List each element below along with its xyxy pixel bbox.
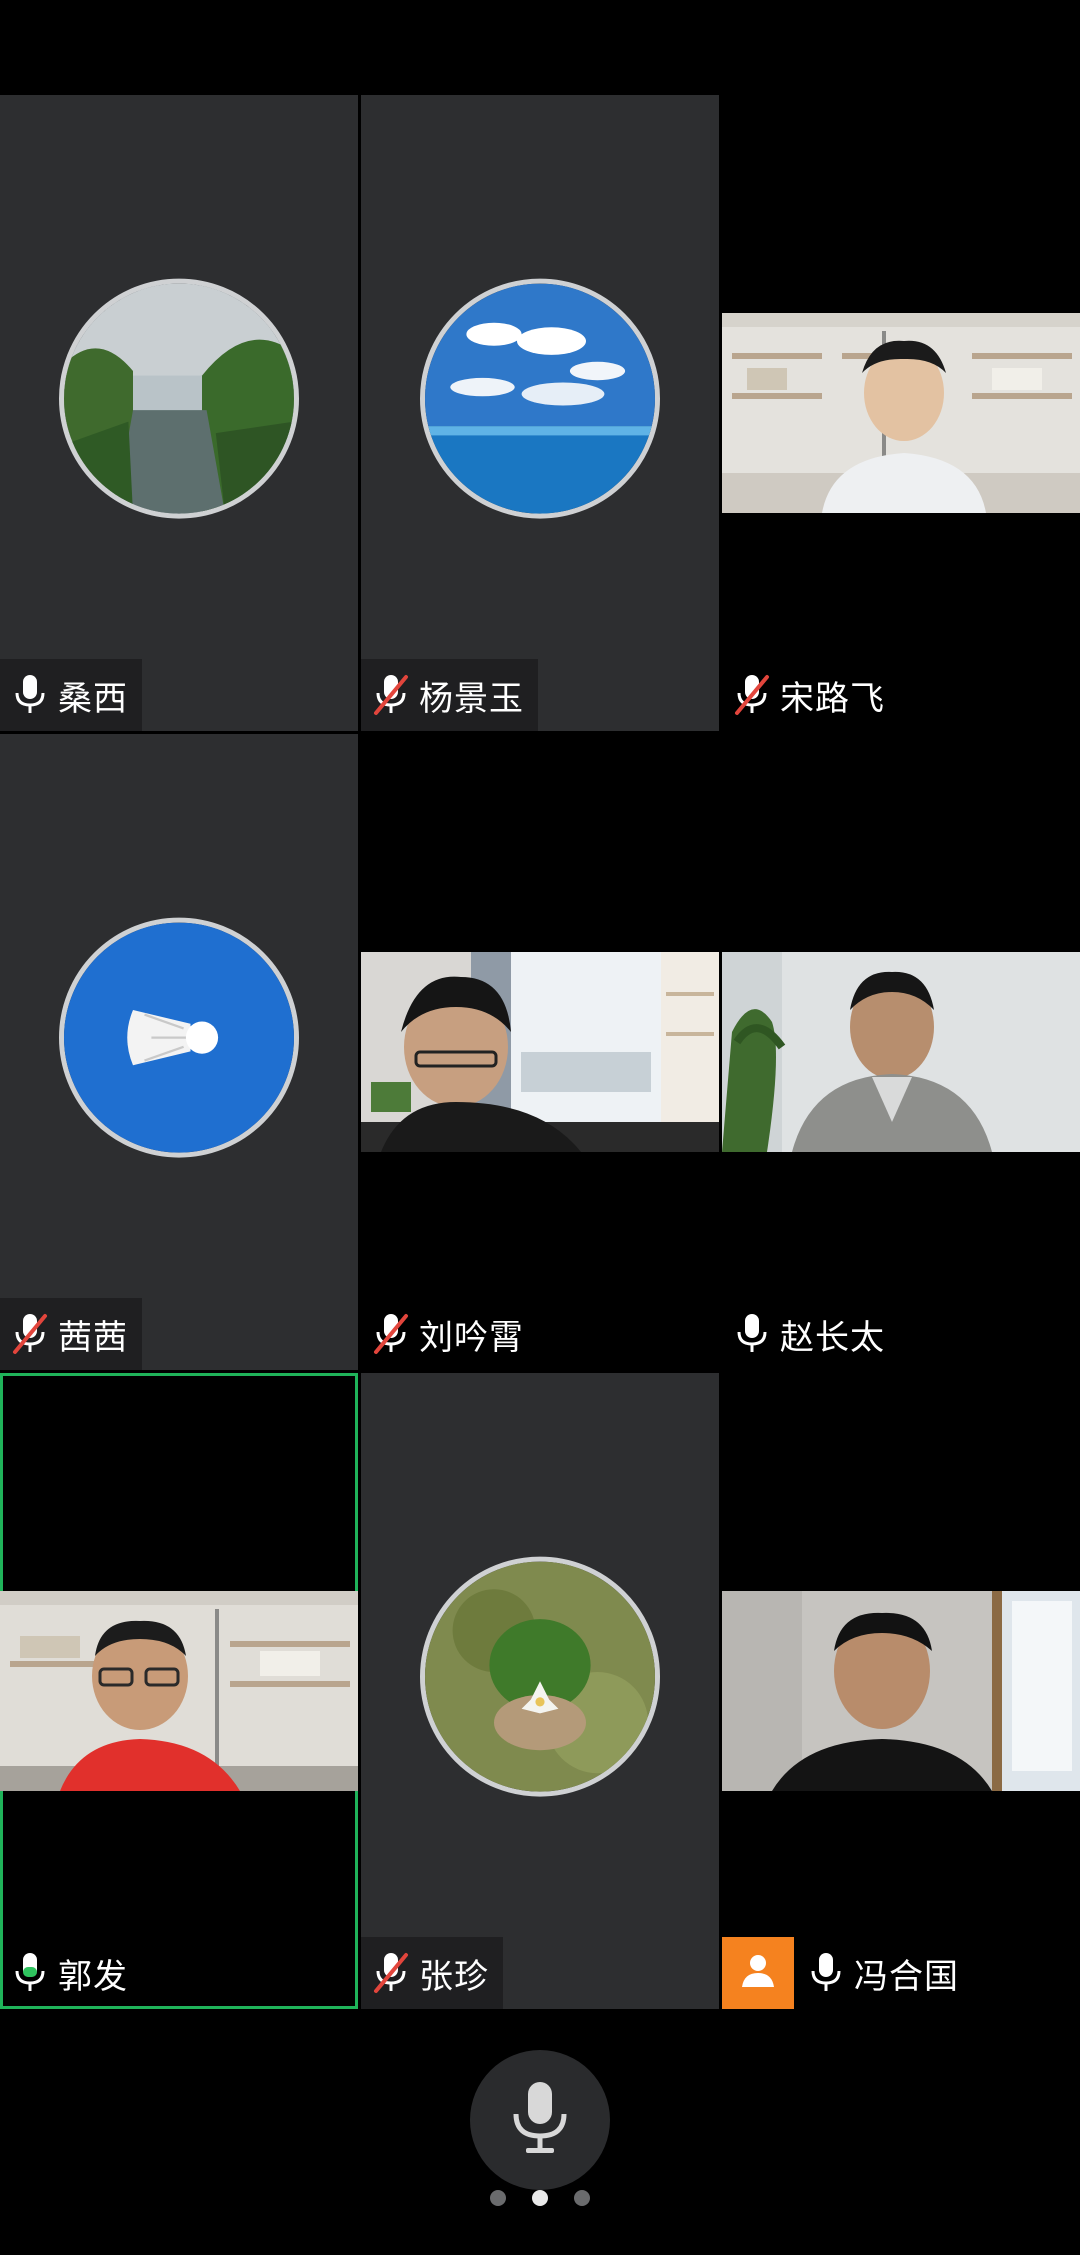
participant-tile[interactable]: 刘吟霄 bbox=[361, 734, 719, 1370]
participant-name: 赵长太 bbox=[780, 1317, 885, 1358]
participant-name: 郭发 bbox=[58, 1956, 128, 1997]
participant-tile[interactable]: 茜茜 bbox=[0, 734, 358, 1370]
microphone-icon bbox=[808, 1951, 844, 1995]
participant-video bbox=[722, 1591, 1080, 1791]
participant-namebar: 刘吟霄 bbox=[361, 1298, 538, 1370]
page-dot-active[interactable] bbox=[532, 2190, 548, 2206]
mute-toggle-button[interactable] bbox=[470, 2050, 610, 2190]
participant-avatar bbox=[59, 917, 299, 1158]
participant-namebar: 桑西 bbox=[0, 659, 142, 731]
participant-tile[interactable]: 杨景玉 bbox=[361, 95, 719, 731]
page-indicator[interactable] bbox=[490, 2190, 590, 2206]
participant-avatar bbox=[420, 278, 660, 519]
participant-video bbox=[722, 313, 1080, 513]
participant-tile[interactable]: 桑西 bbox=[0, 95, 358, 731]
participant-namebar: 冯合国 bbox=[722, 1937, 973, 2009]
participant-namebar: 赵长太 bbox=[722, 1298, 899, 1370]
participant-name: 刘吟霄 bbox=[419, 1317, 524, 1358]
page-dot[interactable] bbox=[490, 2190, 506, 2206]
participant-namebar: 郭发 bbox=[0, 1937, 142, 2009]
participant-name: 茜茜 bbox=[58, 1317, 128, 1358]
participant-video bbox=[361, 952, 719, 1152]
participant-tile[interactable]: 冯合国 bbox=[722, 1373, 1080, 2009]
participant-grid: 桑西 杨景玉 宋路飞 茜茜 刘吟霄 赵长太 郭发 张珍 冯合国 bbox=[0, 95, 1080, 2009]
participant-avatar bbox=[420, 1556, 660, 1797]
participant-tile-active[interactable]: 郭发 bbox=[0, 1373, 358, 2009]
participant-name: 杨景玉 bbox=[419, 678, 524, 719]
microphone-muted-icon bbox=[373, 673, 409, 717]
microphone-muted-icon bbox=[12, 1312, 48, 1356]
participant-name: 张珍 bbox=[419, 1956, 489, 1997]
page-dot[interactable] bbox=[574, 2190, 590, 2206]
microphone-icon bbox=[12, 673, 48, 717]
microphone-muted-icon bbox=[734, 673, 770, 717]
participant-namebar: 茜茜 bbox=[0, 1298, 142, 1370]
participant-video bbox=[722, 952, 1080, 1152]
microphone-muted-icon bbox=[373, 1951, 409, 1995]
participant-name: 宋路飞 bbox=[780, 678, 885, 719]
microphone-speaking-icon bbox=[12, 1951, 48, 1995]
participant-namebar: 杨景玉 bbox=[361, 659, 538, 731]
participant-namebar: 宋路飞 bbox=[722, 659, 899, 731]
participant-tile[interactable]: 赵长太 bbox=[722, 734, 1080, 1370]
participant-tile[interactable]: 张珍 bbox=[361, 1373, 719, 2009]
person-icon bbox=[736, 1949, 780, 1997]
microphone-muted-icon bbox=[373, 1312, 409, 1356]
participant-tile[interactable]: 宋路飞 bbox=[722, 95, 1080, 731]
participant-avatar bbox=[59, 278, 299, 519]
participant-name: 冯合国 bbox=[854, 1956, 959, 1997]
participant-video bbox=[0, 1591, 358, 1791]
participant-name: 桑西 bbox=[58, 678, 128, 719]
microphone-icon bbox=[508, 2078, 572, 2162]
host-badge bbox=[722, 1937, 794, 2009]
microphone-icon bbox=[734, 1312, 770, 1356]
participant-namebar: 张珍 bbox=[361, 1937, 503, 2009]
